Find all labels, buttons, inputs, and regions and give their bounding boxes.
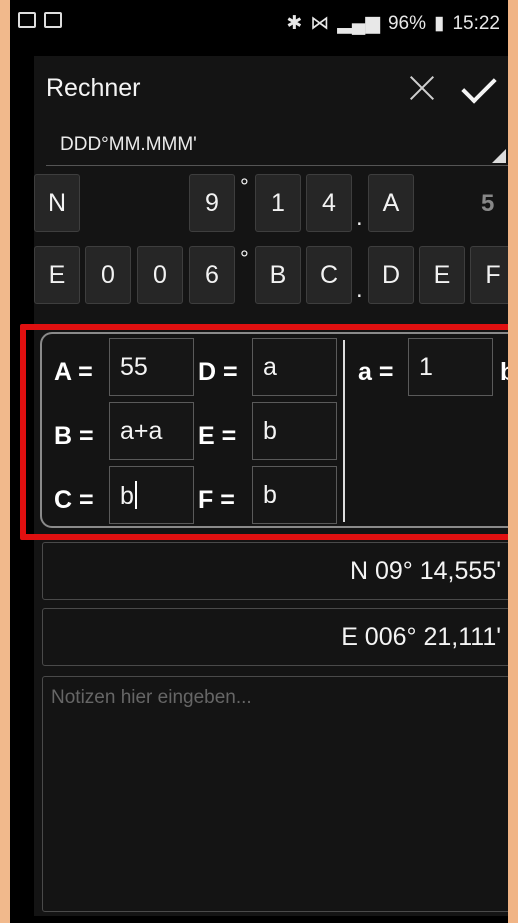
latitude-row: N 9 ° 1 4 . A 5 xyxy=(34,174,508,232)
notes-field[interactable] xyxy=(42,676,508,912)
dropdown-arrow-icon xyxy=(492,149,506,163)
lon-deg-cell[interactable]: 0 xyxy=(137,246,183,304)
degree-symbol: ° xyxy=(240,174,249,199)
lat-min-cell[interactable]: 1 xyxy=(255,174,301,232)
lat-hemisphere-cell[interactable]: N xyxy=(34,174,80,232)
bluetooth-icon: ✱ xyxy=(286,13,303,34)
right-frame-border xyxy=(508,0,518,923)
image-icon xyxy=(44,12,62,28)
format-value: DDD°MM.MMM' xyxy=(60,134,197,155)
phone-screen: ✱ ⋈ ▂▄▆ 96% ▮ 15:22 Rechner DDD°MM.MMM' … xyxy=(10,0,508,923)
mute-icon: ⋈ xyxy=(310,13,330,34)
clock: 15:22 xyxy=(452,12,500,34)
lat-deg-cell[interactable]: 9 xyxy=(189,174,235,232)
dialog-titlebar: Rechner xyxy=(34,56,508,118)
battery-percent: 96% xyxy=(387,12,426,34)
left-frame-border xyxy=(0,0,10,923)
result-latitude-text: N 09° 14,555' xyxy=(350,557,501,585)
longitude-row: E 0 0 6 ° B C . D E F xyxy=(34,246,508,304)
calculator-dialog: Rechner DDD°MM.MMM' N 9 ° 1 4 . A 5 E 0 … xyxy=(20,56,508,916)
lat-dec-cell[interactable]: A xyxy=(368,174,414,232)
battery-icon: ▮ xyxy=(433,13,445,34)
result-longitude: E 006° 21,111' xyxy=(42,608,508,666)
result-latitude: N 09° 14,555' xyxy=(42,542,508,600)
lon-hemisphere-cell[interactable]: E xyxy=(34,246,80,304)
degree-symbol: ° xyxy=(240,246,249,271)
lon-dec-cell[interactable]: D xyxy=(368,246,414,304)
lon-dec-cell[interactable]: E xyxy=(419,246,465,304)
lon-deg-cell[interactable]: 0 xyxy=(85,246,131,304)
result-longitude-text: E 006° 21,111' xyxy=(341,623,501,651)
close-icon[interactable] xyxy=(402,68,442,108)
lon-deg-cell[interactable]: 6 xyxy=(189,246,235,304)
mail-icon xyxy=(18,12,36,28)
confirm-check-icon[interactable] xyxy=(462,66,506,110)
highlight-box xyxy=(20,324,508,540)
dialog-title: Rechner xyxy=(46,74,141,102)
lon-dec-cell[interactable]: F xyxy=(470,246,508,304)
decimal-dot: . xyxy=(356,204,363,231)
decimal-dot: . xyxy=(356,276,363,303)
lat-hint-digit: 5 xyxy=(481,190,495,217)
lat-min-cell[interactable]: 4 xyxy=(306,174,352,232)
lon-min-cell[interactable]: C xyxy=(306,246,352,304)
format-dropdown[interactable]: DDD°MM.MMM' xyxy=(46,130,508,166)
notes-input[interactable] xyxy=(43,677,508,911)
lon-min-cell[interactable]: B xyxy=(255,246,301,304)
status-bar: ✱ ⋈ ▂▄▆ 96% ▮ 15:22 xyxy=(10,0,508,46)
signal-icon: ▂▄▆ xyxy=(337,13,380,34)
